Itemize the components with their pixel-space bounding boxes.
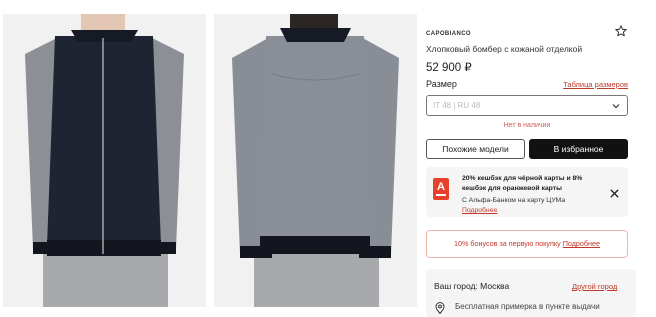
change-city-link[interactable]: Другой город — [572, 282, 617, 291]
alfa-logo-letter: А — [437, 181, 445, 193]
bonus-more-link[interactable]: Подробнее — [563, 239, 600, 248]
product-photo-front[interactable] — [3, 14, 206, 307]
product-info-panel: CAPOBIANCO Хлопковый бомбер с кожаной от… — [426, 0, 636, 317]
product-photo-back[interactable] — [214, 14, 417, 307]
alfa-bank-promo: А 20% кешбэк для чёрной карты и 8% кешбэ… — [426, 167, 628, 217]
chevron-down-icon — [612, 104, 620, 109]
brand-name[interactable]: CAPOBIANCO — [426, 31, 471, 37]
promo-more-link[interactable]: Подробнее — [462, 207, 497, 214]
promo-title: 20% кешбэк для чёрной карты и 8% кешбэк … — [462, 175, 583, 192]
bonus-text: 10% бонусов за первую покупку — [454, 239, 561, 248]
similar-models-button[interactable]: Похожие модели — [426, 139, 525, 159]
product-title: Хлопковый бомбер с кожаной отделкой — [426, 44, 583, 54]
jacket-front-image — [3, 14, 206, 307]
delivery-city-box: Ваш город: Москва Другой город Бесплатна… — [426, 269, 636, 317]
alfa-bank-logo-icon: А — [433, 178, 449, 200]
current-city: Ваш город: Москва — [434, 281, 510, 291]
size-table-link[interactable]: Таблица размеров — [563, 80, 628, 89]
size-select-value: IT 48 | RU 48 — [433, 101, 481, 110]
map-pin-icon — [435, 302, 445, 314]
jacket-back-image — [214, 14, 417, 307]
product-price: 52 900 ₽ — [426, 62, 472, 74]
first-purchase-bonus: 10% бонусов за первую покупку Подробнее — [426, 230, 628, 258]
close-icon[interactable] — [610, 189, 619, 198]
promo-subtitle: С Альфа-Банком на карту ЦУМа — [462, 197, 566, 204]
size-select[interactable]: IT 48 | RU 48 — [426, 95, 628, 116]
add-to-favorites-button[interactable]: В избранное — [529, 139, 628, 159]
size-label: Размер — [426, 79, 457, 89]
stock-status: Нет в наличии — [503, 122, 551, 129]
free-fitting-text: Бесплатная примерка в пункте выдачи — [455, 302, 600, 311]
star-outline-icon[interactable] — [614, 24, 628, 38]
